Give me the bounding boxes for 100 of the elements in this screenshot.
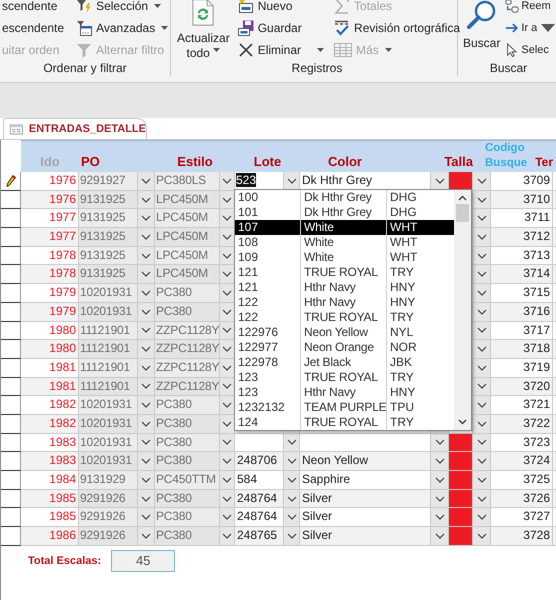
record-selector[interactable] bbox=[1, 414, 21, 434]
dropdown-button[interactable] bbox=[284, 471, 300, 490]
dropdown-button[interactable] bbox=[220, 172, 235, 191]
table-cell[interactable]: 248706 bbox=[235, 452, 284, 471]
record-selector[interactable] bbox=[1, 190, 21, 210]
table-cell[interactable]: 248764 bbox=[235, 490, 284, 508]
dropdown-button[interactable] bbox=[220, 452, 235, 471]
dropdown-button[interactable] bbox=[220, 490, 235, 508]
ribbon-button[interactable]: Ir a bbox=[505, 17, 556, 39]
record-selector[interactable] bbox=[1, 209, 21, 228]
record-selector[interactable] bbox=[1, 434, 21, 452]
dropdown-button[interactable] bbox=[138, 209, 155, 228]
dropdown-option[interactable]: 124 TRUE ROYAL TRY bbox=[235, 415, 454, 430]
dropdown-option[interactable]: 123 Hthr Navy HNY bbox=[235, 385, 454, 400]
dropdown-button[interactable] bbox=[473, 209, 491, 228]
dropdown-button[interactable] bbox=[220, 471, 235, 490]
dropdown-button[interactable] bbox=[138, 396, 155, 415]
dropdown-button[interactable] bbox=[220, 527, 235, 546]
dropdown-option[interactable]: 109 White WHT bbox=[235, 250, 454, 265]
dropdown-button[interactable] bbox=[473, 358, 491, 378]
table-cell[interactable]: 584 bbox=[235, 471, 284, 490]
dropdown-button[interactable] bbox=[220, 434, 235, 452]
ribbon-button[interactable]: Selec bbox=[505, 39, 556, 61]
dropdown-button[interactable] bbox=[473, 302, 491, 322]
dropdown-button[interactable] bbox=[138, 508, 155, 528]
record-selector[interactable] bbox=[1, 471, 21, 490]
record-selector[interactable] bbox=[1, 265, 21, 284]
dropdown-button[interactable] bbox=[138, 490, 155, 508]
ribbon-button[interactable]: escendente bbox=[0, 17, 66, 39]
dropdown-button[interactable] bbox=[473, 284, 491, 303]
dropdown-button[interactable] bbox=[138, 414, 155, 434]
dropdown-button[interactable] bbox=[473, 228, 491, 247]
dropdown-option[interactable]: 1232132 TEAM PURPLE TPU bbox=[235, 400, 454, 415]
dropdown-button[interactable] bbox=[473, 508, 491, 528]
ribbon-button[interactable]: Nuevo bbox=[236, 0, 326, 17]
record-selector[interactable] bbox=[1, 508, 21, 528]
dropdown-button[interactable] bbox=[220, 209, 235, 228]
dropdown-button[interactable] bbox=[138, 228, 155, 247]
table-cell[interactable]: 248765 bbox=[235, 527, 284, 546]
dropdown-button[interactable] bbox=[431, 434, 449, 452]
dropdown-button[interactable] bbox=[473, 190, 491, 210]
dropdown-button[interactable] bbox=[138, 434, 155, 452]
dropdown-option[interactable]: 108 White WHT bbox=[235, 235, 454, 250]
dropdown-button[interactable] bbox=[473, 527, 491, 546]
dropdown-button[interactable] bbox=[138, 527, 155, 546]
dropdown-option[interactable]: 122977 Neon Orange NOR bbox=[235, 340, 454, 355]
ribbon-button[interactable]: Avanzadas bbox=[74, 17, 170, 39]
record-selector[interactable] bbox=[1, 228, 21, 247]
dropdown-button[interactable] bbox=[220, 284, 235, 303]
ribbon-button[interactable]: Eliminar bbox=[236, 39, 326, 61]
dropdown-option[interactable]: 121 Hthr Navy HNY bbox=[235, 280, 454, 295]
dropdown-option[interactable]: 122 TRUE ROYAL TRY bbox=[235, 310, 454, 325]
dropdown-button[interactable] bbox=[138, 172, 155, 191]
ribbon-button[interactable]: scendente bbox=[0, 0, 66, 17]
dropdown-button[interactable] bbox=[473, 471, 491, 490]
dropdown-button[interactable] bbox=[473, 434, 491, 452]
dropdown-option[interactable]: 123 TRUE ROYAL TRY bbox=[235, 370, 454, 385]
scroll-thumb[interactable] bbox=[456, 204, 469, 222]
dropdown-button[interactable] bbox=[473, 246, 491, 266]
dropdown-button[interactable] bbox=[138, 246, 155, 266]
dropdown-button[interactable] bbox=[431, 527, 449, 546]
dropdown-button[interactable] bbox=[431, 452, 449, 471]
dropdown-button[interactable] bbox=[138, 322, 155, 340]
dropdown-button[interactable] bbox=[473, 414, 491, 434]
dropdown-button[interactable] bbox=[473, 172, 491, 191]
dropdown-button[interactable] bbox=[473, 265, 491, 284]
dropdown-button[interactable] bbox=[431, 471, 449, 490]
ribbon-button[interactable]: Actualizar todo bbox=[177, 0, 230, 61]
dropdown-option[interactable]: 121 TRUE ROYAL TRY bbox=[235, 265, 454, 280]
ribbon-button[interactable]: Selección bbox=[74, 0, 170, 17]
dropdown-button[interactable] bbox=[138, 358, 155, 378]
dropdown-button[interactable] bbox=[284, 434, 300, 452]
dropdown-option[interactable]: 122978 Jet Black JBK bbox=[235, 355, 454, 370]
dropdown-button[interactable] bbox=[138, 284, 155, 303]
dropdown-option[interactable]: 122976 Neon Yellow NYL bbox=[235, 325, 454, 340]
ribbon-button[interactable]: Guardar bbox=[236, 17, 326, 39]
dropdown-button[interactable] bbox=[473, 396, 491, 415]
dropdown-button[interactable] bbox=[138, 265, 155, 284]
dropdown-button[interactable] bbox=[284, 452, 300, 471]
record-selector[interactable] bbox=[1, 378, 21, 396]
ribbon-button[interactable]: Reem bbox=[505, 0, 556, 17]
dropdown-option[interactable]: 107 White WHT bbox=[235, 220, 454, 235]
dropdown-button[interactable] bbox=[473, 452, 491, 471]
dropdown-button[interactable] bbox=[473, 322, 491, 340]
scroll-up-icon[interactable] bbox=[458, 194, 467, 202]
dropdown-button[interactable] bbox=[138, 190, 155, 210]
record-selector[interactable] bbox=[1, 452, 21, 471]
dropdown-button[interactable] bbox=[138, 302, 155, 322]
record-selector[interactable] bbox=[1, 527, 21, 546]
dropdown-button[interactable] bbox=[220, 340, 235, 359]
dropdown-button[interactable] bbox=[473, 340, 491, 359]
ribbon-button[interactable]: Revisión ortográfica bbox=[332, 17, 462, 39]
dropdown-button[interactable] bbox=[220, 265, 235, 284]
scrollbar[interactable] bbox=[454, 190, 471, 430]
ribbon-button[interactable]: Buscar bbox=[461, 0, 502, 61]
dropdown-option[interactable]: 100 Dk Hthr Grey DHG bbox=[235, 190, 454, 205]
dropdown-button[interactable] bbox=[284, 527, 300, 546]
table-cell[interactable]: 248764 bbox=[235, 508, 284, 528]
dropdown-button[interactable] bbox=[138, 378, 155, 396]
dropdown-button[interactable] bbox=[473, 378, 491, 396]
